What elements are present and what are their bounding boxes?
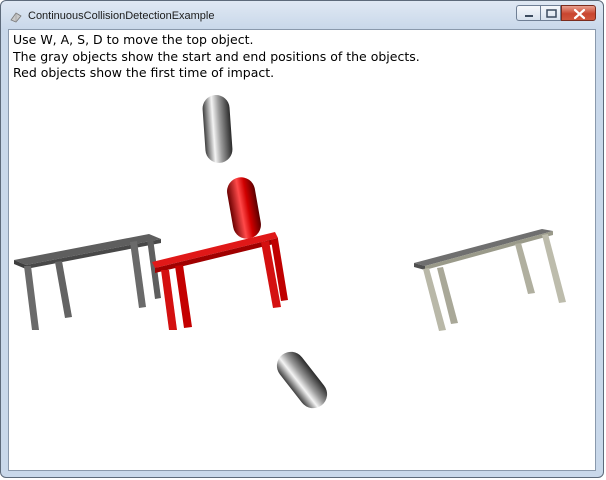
maximize-button[interactable] xyxy=(540,5,561,21)
3d-scene xyxy=(14,95,566,409)
instruction-line-2: The gray objects show the start and end … xyxy=(13,48,420,64)
instruction-line-3: Red objects show the first time of impac… xyxy=(13,65,275,80)
table-impact xyxy=(152,232,288,330)
capsule-start xyxy=(202,95,233,163)
title-bar[interactable]: ContinuousCollisionDetectionExample xyxy=(1,1,603,29)
app-icon xyxy=(9,9,23,23)
close-icon xyxy=(573,8,586,20)
capsule-end xyxy=(276,351,328,409)
instruction-line-1: Use W, A, S, D to move the top object. xyxy=(13,32,254,47)
table-start xyxy=(14,234,161,330)
viewport[interactable]: Use W, A, S, D to move the top object. T… xyxy=(8,29,596,471)
app-window: ContinuousCollisionDetectionExample Use … xyxy=(0,0,604,478)
close-button[interactable] xyxy=(561,5,596,21)
minimize-button[interactable] xyxy=(516,5,540,21)
table-end xyxy=(414,229,566,331)
capsule-impact xyxy=(227,177,261,239)
minimize-icon xyxy=(525,15,533,17)
window-title: ContinuousCollisionDetectionExample xyxy=(28,10,215,22)
instructions: Use W, A, S, D to move the top object. T… xyxy=(13,32,420,82)
maximize-icon xyxy=(546,9,557,18)
